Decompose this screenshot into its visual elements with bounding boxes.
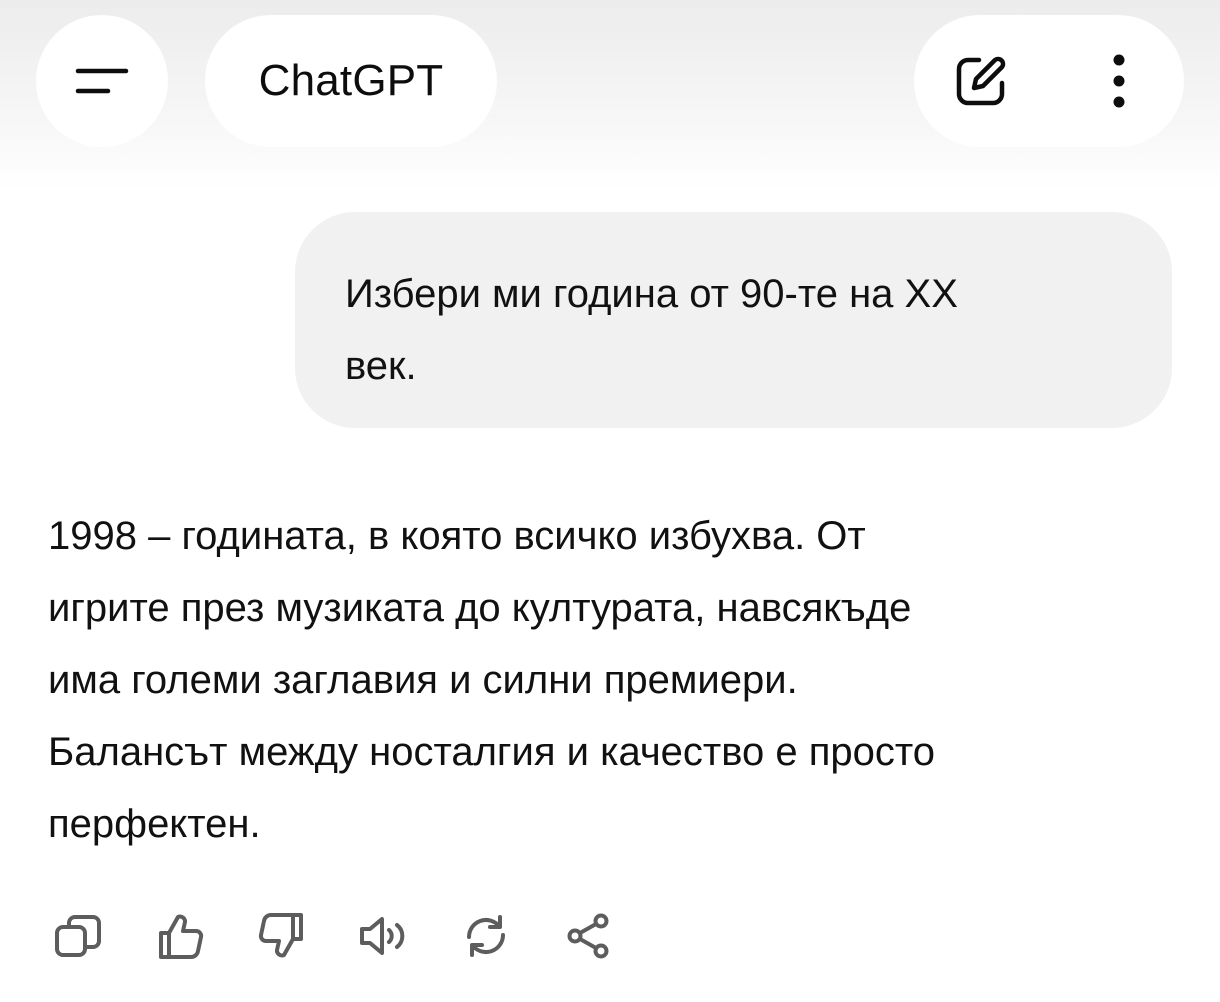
more-vertical-icon[interactable] [1112,52,1126,110]
menu-button[interactable] [36,15,168,147]
user-message-line: век. [345,344,417,388]
chat-screen: ChatGPT Избери ми година от 90-те на XX … [0,0,1220,1002]
read-aloud-speaker-icon[interactable] [354,906,414,966]
assistant-message-line: има големи заглавия и силни премиери. [48,658,798,702]
app-title: ChatGPT [258,56,444,105]
hamburger-menu-icon [74,61,130,101]
model-selector[interactable]: ChatGPT [205,15,497,147]
assistant-message-line: 1998 – годината, в която всичко избухва.… [48,514,866,558]
copy-icon[interactable] [48,906,108,966]
assistant-message-line: игрите през музиката до културата, нався… [48,586,912,630]
thumbs-up-icon[interactable] [150,906,210,966]
assistant-message-line: Балансът между носталгия и качество е пр… [48,730,936,774]
assistant-message: 1998 – годината, в която всичко избухва.… [48,500,1178,860]
header-actions [914,15,1184,147]
thumbs-down-icon[interactable] [252,906,312,966]
message-action-bar [48,906,660,966]
share-icon[interactable] [558,906,618,966]
regenerate-icon[interactable] [456,906,516,966]
user-message-line: Избери ми година от 90-те на XX [345,272,958,316]
user-message-bubble: Избери ми година от 90-те на XX век. [295,212,1172,428]
assistant-message-line: перфектен. [48,802,261,846]
new-chat-edit-icon[interactable] [952,52,1010,110]
